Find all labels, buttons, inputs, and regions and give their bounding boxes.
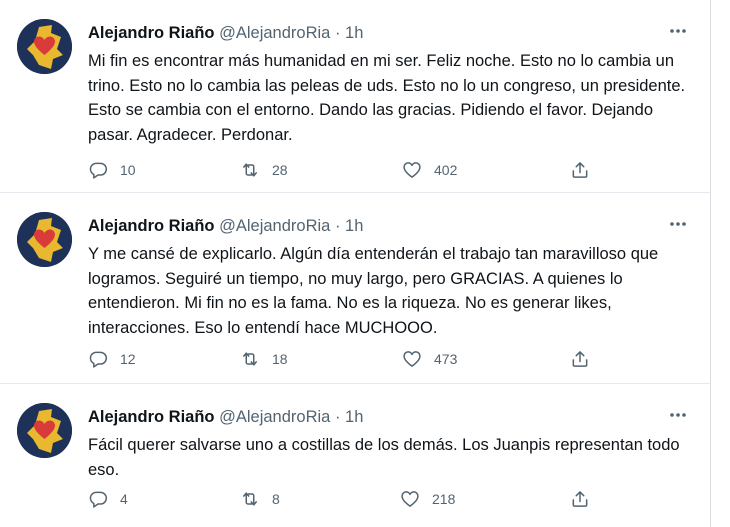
author-handle[interactable]: @AlejandroRia <box>219 24 330 42</box>
retweet-icon <box>243 352 257 366</box>
author-name[interactable]: Alejandro Riaño <box>88 24 215 42</box>
share-icon <box>572 162 588 178</box>
more-button[interactable] <box>667 20 689 42</box>
reply-count: 10 <box>120 162 136 178</box>
share-button[interactable] <box>570 346 590 372</box>
tweet-time[interactable]: 1h <box>345 24 363 42</box>
avatar[interactable] <box>17 212 72 267</box>
heart-icon <box>403 162 421 178</box>
tweet-header: Alejandro Riaño @AlejandroRia · 1h <box>88 215 363 237</box>
share-icon <box>572 351 588 367</box>
like-count: 473 <box>434 351 458 367</box>
tweet[interactable]: Alejandro Riaño @AlejandroRia · 1h Fácil… <box>0 384 710 527</box>
like-count: 402 <box>434 162 458 178</box>
tweet-time[interactable]: 1h <box>345 217 363 235</box>
author-handle[interactable]: @AlejandroRia <box>219 217 330 235</box>
avatar-logo-icon <box>17 403 72 458</box>
more-icon <box>670 29 686 33</box>
tweet[interactable]: Alejandro Riaño @AlejandroRia · 1h Mi fi… <box>0 0 710 193</box>
tweet-header: Alejandro Riaño @AlejandroRia · 1h <box>88 406 363 428</box>
reply-button[interactable]: 4 <box>88 486 128 512</box>
separator-dot: · <box>334 24 341 42</box>
reply-icon <box>89 162 108 179</box>
like-button[interactable]: 402 <box>402 157 457 183</box>
tweet-header: Alejandro Riaño @AlejandroRia · 1h <box>88 22 363 44</box>
heart-icon <box>401 491 419 507</box>
tweet-text: Y me cansé de explicarlo. Algún día ente… <box>88 245 659 337</box>
more-button[interactable] <box>667 213 689 235</box>
tweet-time[interactable]: 1h <box>345 408 363 426</box>
separator-dot: · <box>334 217 341 235</box>
retweet-button[interactable]: 8 <box>240 486 280 512</box>
reply-icon <box>89 351 108 368</box>
like-button[interactable]: 473 <box>402 346 457 372</box>
reply-count: 12 <box>120 351 136 367</box>
tweet-actions: 4 8 218 <box>88 486 608 512</box>
tweet-text: Fácil querer salvarse uno a costillas de… <box>88 436 680 479</box>
retweet-button[interactable]: 28 <box>240 157 288 183</box>
share-button[interactable] <box>570 486 590 512</box>
retweet-icon <box>243 163 257 177</box>
tweet-text: Mi fin es encontrar más humanidad en mi … <box>88 52 686 144</box>
avatar[interactable] <box>17 19 72 74</box>
retweet-count: 8 <box>272 491 280 507</box>
reply-count: 4 <box>120 491 128 507</box>
avatar-logo-icon <box>17 19 72 74</box>
avatar[interactable] <box>17 403 72 458</box>
retweet-icon <box>243 492 257 506</box>
more-button[interactable] <box>667 404 689 426</box>
retweet-button[interactable]: 18 <box>240 346 288 372</box>
author-name[interactable]: Alejandro Riaño <box>88 408 215 426</box>
tweet-feed: Alejandro Riaño @AlejandroRia · 1h Mi fi… <box>0 0 711 527</box>
like-button[interactable]: 218 <box>400 486 455 512</box>
reply-button[interactable]: 12 <box>88 346 136 372</box>
tweet-actions: 12 18 473 <box>88 346 608 372</box>
separator-dot: · <box>334 408 341 426</box>
retweet-count: 18 <box>272 351 288 367</box>
reply-icon <box>89 491 108 508</box>
author-name[interactable]: Alejandro Riaño <box>88 217 215 235</box>
like-count: 218 <box>432 491 456 507</box>
avatar-logo-icon <box>17 212 72 267</box>
reply-button[interactable]: 10 <box>88 157 136 183</box>
author-handle[interactable]: @AlejandroRia <box>219 408 330 426</box>
more-icon <box>670 222 686 226</box>
more-icon <box>670 413 686 417</box>
tweet[interactable]: Alejandro Riaño @AlejandroRia · 1h Y me … <box>0 193 710 384</box>
heart-icon <box>403 351 421 367</box>
share-icon <box>572 491 588 507</box>
retweet-count: 28 <box>272 162 288 178</box>
share-button[interactable] <box>570 157 590 183</box>
tweet-actions: 10 28 402 <box>88 157 608 183</box>
